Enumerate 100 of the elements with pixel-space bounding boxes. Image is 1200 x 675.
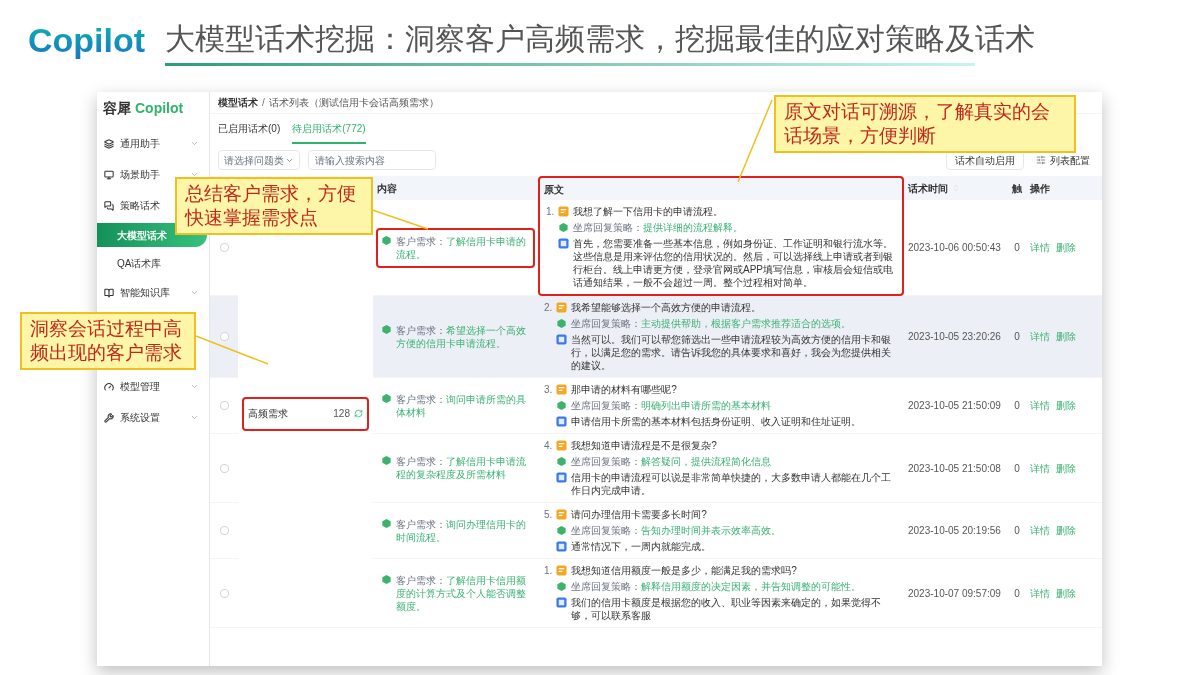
- action-link[interactable]: 删除: [1056, 399, 1076, 412]
- annotation-tooltip: 洞察会话过程中高频出现的客户需求: [20, 312, 196, 370]
- agent-answer: 首先，您需要准备一些基本信息，例如身份证、工作证明和银行流水等。这些信息是用来评估您的信用状况的。然后，可以选择线上申请或者到银行柜台。线上申请更方便，登录官网或APP填写信息，审核后会短信或电话通知结果，一般不会超过一周。整个过程相对简单。: [573, 237, 894, 289]
- annotation-tooltip: 原文对话可溯源，了解真实的会话场景，方便判断: [774, 95, 1076, 153]
- chat-icon: [556, 302, 568, 313]
- customer-need: 客户需求：了解信用卡申请流程的复杂程度及所需材料: [376, 448, 535, 488]
- action-link[interactable]: 删除: [1056, 330, 1076, 343]
- sidebar-item[interactable]: 系统设置: [97, 402, 209, 433]
- document-icon: [556, 541, 567, 552]
- reply-strategy: 坐席回复策略：明确列出申请所需的基本材料: [571, 399, 771, 412]
- action-link[interactable]: 详情: [1030, 330, 1050, 343]
- slide-title: 大模型话术挖掘：洞察客户高频需求，挖掘最佳的应对策略及话术: [165, 20, 1036, 57]
- annotation-tooltip: 总结客户需求，方便快速掌握需求点: [175, 177, 373, 235]
- nav-icon: [104, 412, 114, 423]
- nav-icon: [104, 287, 114, 298]
- reply-strategy: 坐席回复策略：解释信用额度的决定因素，并告知调整的可能性。: [571, 580, 861, 593]
- breadcrumb-item[interactable]: 模型话术: [218, 95, 258, 110]
- customer-question: 我想了解一下信用卡的申请流程。: [573, 205, 724, 218]
- action-link[interactable]: 详情: [1030, 241, 1050, 254]
- customer-need: 客户需求：了解信用卡申请的流程。: [376, 227, 535, 268]
- action-link[interactable]: 详情: [1030, 399, 1050, 412]
- cube-icon: [556, 400, 567, 411]
- agent-answer: 当然可以。我们可以帮您筛选出一些申请流程较为高效方便的信用卡和银行，以满足您的需求。请告诉我您的具体要求和喜好，我会为您提供相关的建议。: [571, 333, 892, 372]
- column-header: 触: [1008, 176, 1026, 200]
- action-link[interactable]: 删除: [1056, 461, 1076, 475]
- cube-icon: [556, 581, 567, 592]
- message-index: 4.: [544, 439, 553, 452]
- chat-icon: [556, 440, 568, 451]
- chevron-icon: [190, 288, 199, 297]
- nav-icon: [104, 138, 114, 149]
- breadcrumb-separator: /: [262, 96, 265, 110]
- customer-need: 客户需求：询问办理信用卡的时间流程。: [376, 510, 535, 551]
- time-cell: 2023-10-05 21:50:09: [908, 399, 1001, 412]
- group-name: 高频需求: [248, 407, 288, 420]
- row-checkbox[interactable]: [219, 463, 229, 473]
- action-link[interactable]: 删除: [1056, 241, 1076, 254]
- nav-icon: [104, 200, 114, 211]
- action-link[interactable]: 详情: [1030, 524, 1050, 537]
- cube-icon: [556, 525, 567, 536]
- sidebar-item[interactable]: 智能知识库: [97, 277, 209, 308]
- sidebar-item[interactable]: 模型管理: [97, 371, 209, 402]
- column-config-button[interactable]: 列表配置: [1032, 150, 1094, 170]
- brand-suffix: Copilot: [135, 98, 184, 118]
- agent-answer: 通常情况下，一周内就能完成。: [571, 540, 711, 553]
- reply-strategy: 坐席回复策略：提供详细的流程解释。: [573, 221, 743, 234]
- search-field[interactable]: 请输入搜索内容: [308, 150, 436, 170]
- row-checkbox[interactable]: [219, 401, 229, 410]
- customer-question: 请问办理信用卡需要多长时间?: [571, 508, 707, 521]
- chat-icon: [556, 509, 568, 520]
- agent-answer: 信用卡的申请流程可以说是非常简单快捷的，大多数申请人都能在几个工作日内完成申请。: [571, 471, 892, 497]
- tab[interactable]: 待启用话术(772): [292, 121, 366, 144]
- document-icon: [556, 334, 567, 345]
- row-checkbox[interactable]: [219, 332, 229, 341]
- breadcrumb-item: 话术列表（测试信用卡会话高频需求）: [268, 96, 439, 110]
- cube-icon: [556, 456, 567, 467]
- cube-icon: [381, 392, 392, 404]
- cube-icon: [558, 222, 569, 233]
- chevron-icon: [190, 382, 199, 391]
- action-link[interactable]: 详情: [1030, 461, 1050, 475]
- document-icon: [556, 472, 567, 483]
- customer-need: 客户需求：希望选择一个高效方便的信用卡申请流程。: [376, 316, 535, 357]
- customer-question: 我希望能够选择一个高效方便的申请流程。: [571, 301, 762, 314]
- action-link[interactable]: 详情: [1030, 586, 1050, 600]
- column-header: 操作: [1026, 176, 1102, 200]
- chevron-icon: [190, 170, 199, 179]
- reply-strategy: 坐席回复策略：解答疑问，提供流程简化信息: [571, 455, 771, 468]
- message-index: 3.: [544, 383, 553, 396]
- document-icon: [558, 238, 569, 249]
- cube-icon: [381, 573, 392, 585]
- refresh-icon[interactable]: [354, 409, 363, 418]
- row-checkbox[interactable]: [219, 243, 229, 252]
- agent-answer: 我们的信用卡额度是根据您的收入、职业等因素来确定的，如果觉得不够，可以联系客服: [571, 596, 882, 622]
- sidebar-subitem[interactable]: QA话术库: [97, 249, 209, 277]
- hits-cell: 0: [1014, 524, 1020, 537]
- column-header: 内容: [373, 176, 538, 200]
- row-checkbox[interactable]: [219, 526, 229, 535]
- message-index: 1.: [546, 205, 555, 218]
- sidebar-item[interactable]: 通用助手: [97, 128, 209, 159]
- time-cell: 2023-10-05 23:20:26: [908, 330, 1001, 343]
- nav-icon: [104, 169, 114, 180]
- hits-cell: 0: [1014, 241, 1020, 254]
- action-link[interactable]: 删除: [1056, 586, 1076, 600]
- group-cell[interactable]: 高频需求 128: [242, 396, 369, 431]
- action-link[interactable]: 删除: [1056, 524, 1076, 537]
- customer-question: 我想知道申请流程是不是很复杂?: [571, 439, 717, 452]
- row-checkbox[interactable]: [219, 588, 229, 598]
- column-header: 原文: [538, 176, 904, 200]
- customer-question: 我想知道信用额度一般是多少，能满足我的需求吗?: [571, 564, 797, 577]
- document-icon: [556, 597, 567, 608]
- hits-cell: 0: [1014, 461, 1020, 475]
- nav-icon: [104, 381, 114, 392]
- tab[interactable]: 已启用话术(0): [218, 121, 281, 144]
- hits-cell: 0: [1014, 586, 1020, 600]
- cube-icon: [556, 318, 567, 329]
- cube-icon: [381, 517, 392, 529]
- cube-icon: [381, 234, 392, 246]
- chevron-icon: [190, 413, 199, 422]
- reply-strategy: 坐席回复策略：主动提供帮助，根据客户需求推荐适合的选项。: [571, 317, 851, 330]
- sliders-icon: [1036, 155, 1046, 165]
- type-select[interactable]: 请选择问题类: [218, 150, 300, 170]
